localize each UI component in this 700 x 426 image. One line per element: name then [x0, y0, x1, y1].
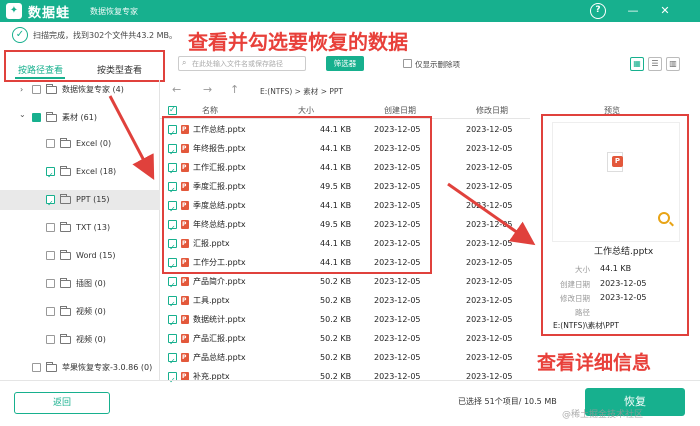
watermark: @稀土掘金技术社区 [562, 410, 644, 420]
selected-info: 已选择 51个项目/ 10.5 MB [458, 397, 557, 406]
arrow-to-preview [447, 182, 536, 246]
arrow-to-rows [108, 95, 155, 180]
footer-divider [0, 380, 700, 381]
back-button[interactable]: 返回 [14, 392, 110, 414]
annotation-arrows [108, 95, 536, 246]
